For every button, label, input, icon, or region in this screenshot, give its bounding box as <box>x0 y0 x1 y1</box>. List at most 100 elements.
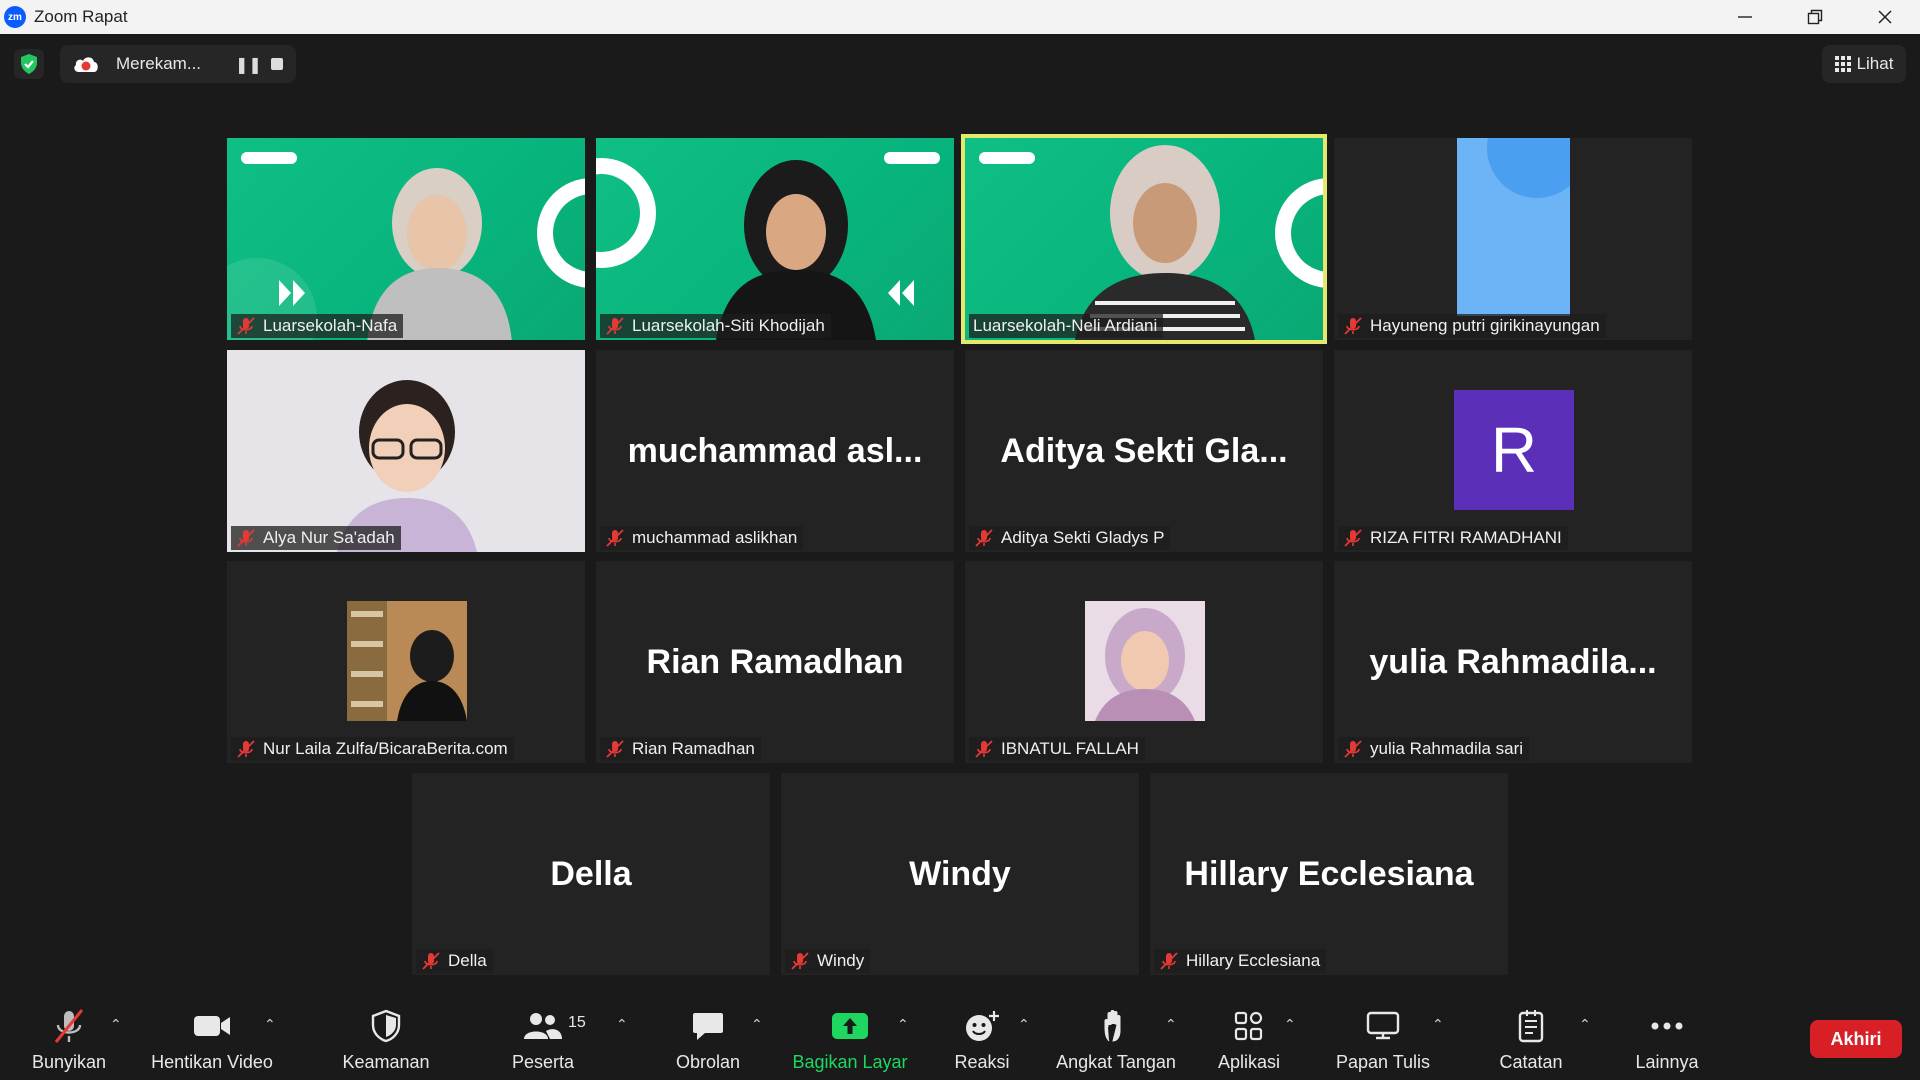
muted-mic-icon <box>604 739 626 759</box>
video-tile[interactable]: Della Della <box>412 773 770 975</box>
notes-options-chevron-icon[interactable]: ⌃ <box>1579 1016 1591 1033</box>
participant-name: Rian Ramadhan <box>632 739 755 758</box>
view-button[interactable]: Lihat <box>1822 45 1906 83</box>
microphone-muted-icon <box>52 1004 86 1048</box>
video-tile[interactable]: Windy Windy <box>781 773 1139 975</box>
whiteboard-icon <box>1366 1004 1400 1048</box>
notes-icon <box>1517 1004 1545 1048</box>
participant-name-tag: Windy <box>785 949 871 973</box>
minimize-icon <box>1738 16 1752 18</box>
raise-hand-button[interactable]: Angkat Tangan <box>1050 996 1182 1080</box>
rewind-icon <box>888 280 914 306</box>
brand-logo <box>241 152 297 164</box>
raise-hand-label: Angkat Tangan <box>1056 1052 1176 1072</box>
video-tile[interactable]: Rian Ramadhan Rian Ramadhan <box>596 561 954 763</box>
apps-options-chevron-icon[interactable]: ⌃ <box>1284 1016 1296 1033</box>
participant-name: IBNATUL FALLAH <box>1001 739 1139 758</box>
participants-count-badge: 15 <box>568 1014 586 1031</box>
security-button[interactable]: Keamanan <box>338 996 434 1080</box>
video-tile-active-speaker[interactable]: Luarsekolah-Neli Ardiani <box>961 134 1327 344</box>
participant-name-tag: Hillary Ecclesiana <box>1154 949 1327 973</box>
notes-label: Catatan <box>1499 1052 1563 1072</box>
video-tile[interactable]: yulia Rahmadila... yulia Rahmadila sari <box>1334 561 1692 763</box>
more-button[interactable]: Lainnya <box>1622 996 1712 1080</box>
video-tile[interactable]: Nur Laila Zulfa/BicaraBerita.com <box>227 561 585 763</box>
raise-hand-options-chevron-icon[interactable]: ⌃ <box>1165 1016 1177 1033</box>
audio-options-chevron-icon[interactable]: ⌃ <box>110 1016 122 1033</box>
notes-button[interactable]: Catatan <box>1488 996 1574 1080</box>
participant-name-tag: Luarsekolah-Neli Ardiani <box>969 314 1164 338</box>
participant-name-tag: muchammad aslikhan <box>600 526 804 550</box>
video-tile[interactable]: R RIZA FITRI RAMADHANI <box>1334 350 1692 552</box>
video-options-chevron-icon[interactable]: ⌃ <box>264 1016 276 1033</box>
play-icon <box>279 280 305 306</box>
share-screen-button[interactable]: Bagikan Layar <box>786 996 914 1080</box>
video-tile[interactable]: Aditya Sekti Gla... Aditya Sekti Gladys … <box>965 350 1323 552</box>
more-label: Lainnya <box>1635 1052 1699 1072</box>
video-tile[interactable]: Luarsekolah-Siti Khodijah <box>596 138 954 340</box>
end-meeting-button[interactable]: Akhiri <box>1810 1020 1902 1058</box>
share-options-chevron-icon[interactable]: ⌃ <box>897 1016 909 1033</box>
stop-recording-button[interactable] <box>271 58 283 70</box>
video-tile[interactable]: muchammad asl... muchammad aslikhan <box>596 350 954 552</box>
muted-mic-icon <box>604 528 626 548</box>
muted-mic-icon <box>235 528 257 548</box>
muted-mic-icon <box>1158 951 1180 971</box>
recording-status: Merekam... ❚❚ <box>60 45 296 83</box>
share-screen-label: Bagikan Layar <box>792 1052 908 1072</box>
meeting-top-bar: Merekam... ❚❚ Lihat <box>0 34 1920 94</box>
view-label: Lihat <box>1856 54 1894 73</box>
title-bar: zm Zoom Rapat <box>0 0 1920 34</box>
unmute-button[interactable]: Bunyikan <box>24 996 114 1080</box>
video-tile[interactable]: Alya Nur Sa'adah <box>227 350 585 552</box>
participant-name-tag: RIZA FITRI RAMADHANI <box>1338 526 1568 550</box>
raise-hand-icon <box>1101 1004 1131 1048</box>
more-dots-icon <box>1650 1004 1684 1048</box>
whiteboard-button[interactable]: Papan Tulis <box>1330 996 1436 1080</box>
video-tile[interactable]: Hayuneng putri girikinayungan <box>1334 138 1692 340</box>
chat-options-chevron-icon[interactable]: ⌃ <box>751 1016 763 1033</box>
pause-recording-button[interactable]: ❚❚ <box>235 55 262 75</box>
recording-label: Merekam... <box>116 54 202 73</box>
participant-name: Hillary Ecclesiana <box>1186 951 1321 970</box>
participant-name-tag: Luarsekolah-Nafa <box>231 314 404 338</box>
shield-icon <box>371 1004 401 1048</box>
whiteboard-options-chevron-icon[interactable]: ⌃ <box>1432 1016 1444 1033</box>
participant-display-name: yulia Rahmadila... <box>1369 642 1657 681</box>
apps-label: Aplikasi <box>1217 1052 1281 1072</box>
participant-name-tag: Della <box>416 949 493 973</box>
video-tile[interactable]: Luarsekolah-Nafa <box>227 138 585 340</box>
whiteboard-label: Papan Tulis <box>1335 1052 1431 1072</box>
stop-video-button[interactable]: Hentikan Video <box>142 996 282 1080</box>
meeting-toolbar: Bunyikan ⌃ Hentikan Video ⌃ Keamanan Pes… <box>0 996 1920 1080</box>
muted-mic-icon <box>420 951 442 971</box>
encryption-status-button[interactable] <box>14 49 44 79</box>
brand-logo <box>884 152 940 164</box>
close-button[interactable] <box>1850 0 1920 34</box>
reactions-options-chevron-icon[interactable]: ⌃ <box>1018 1016 1030 1033</box>
people-icon <box>522 1004 564 1048</box>
window-title: Zoom Rapat <box>34 7 128 26</box>
emoji-add-icon <box>963 1004 1001 1048</box>
participant-display-name: Hillary Ecclesiana <box>1184 854 1474 893</box>
avatar: R <box>1454 390 1574 510</box>
muted-mic-icon <box>1342 739 1364 759</box>
video-tile[interactable]: IBNATUL FALLAH <box>965 561 1323 763</box>
restore-button[interactable] <box>1780 0 1850 34</box>
participants-button[interactable]: Peserta <box>498 996 588 1080</box>
reactions-button[interactable]: Reaksi <box>942 996 1022 1080</box>
video-tile[interactable]: Hillary Ecclesiana Hillary Ecclesiana <box>1150 773 1508 975</box>
minimize-button[interactable] <box>1710 0 1780 34</box>
muted-mic-icon <box>604 316 626 336</box>
muted-mic-icon <box>1342 316 1364 336</box>
participant-name: Aditya Sekti Gladys P <box>1001 528 1165 547</box>
participant-name-tag: Aditya Sekti Gladys P <box>969 526 1171 550</box>
participant-video <box>716 160 876 340</box>
participant-display-name: Della <box>550 854 632 893</box>
participant-name: Hayuneng putri girikinayungan <box>1370 316 1600 335</box>
chat-button[interactable]: Obrolan <box>664 996 752 1080</box>
participants-label: Peserta <box>511 1052 575 1072</box>
video-camera-icon <box>192 1004 232 1048</box>
participants-options-chevron-icon[interactable]: ⌃ <box>616 1016 628 1033</box>
apps-button[interactable]: Aplikasi <box>1206 996 1292 1080</box>
